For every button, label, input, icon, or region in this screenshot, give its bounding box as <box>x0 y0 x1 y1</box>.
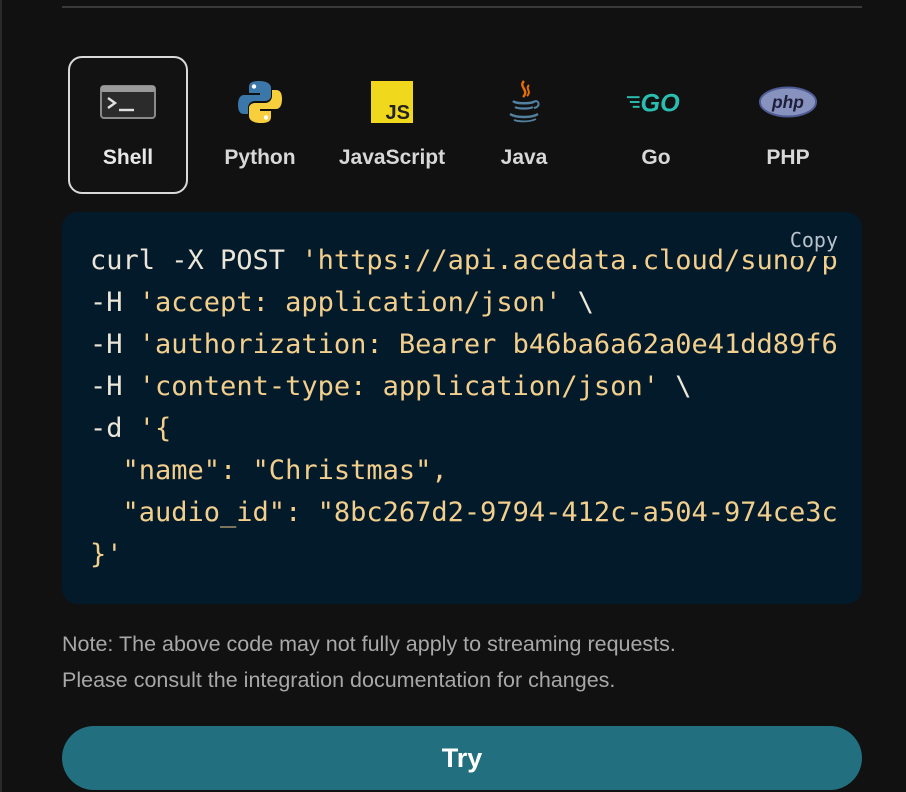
code-string-token: "name": "Christmas", <box>90 455 448 486</box>
code-string-token: 'authorization: Bearer b46ba6a62a0e41dd8… <box>138 329 838 360</box>
panel-left-edge <box>0 0 2 792</box>
tab-php[interactable]: php PHP <box>728 56 848 194</box>
svg-text:GO: GO <box>641 90 681 117</box>
code-line: -d '{ <box>90 408 838 450</box>
tab-javascript[interactable]: JS JavaScript <box>332 56 452 194</box>
code-string-token: 'content-type: application/json' <box>138 371 659 402</box>
note-line: Note: The above code may not fully apply… <box>62 632 676 656</box>
code-line: -H 'accept: application/json' \ <box>90 282 838 324</box>
tab-go[interactable]: GO Go <box>596 56 716 194</box>
copy-button[interactable]: Copy <box>785 226 842 256</box>
python-icon <box>230 78 290 126</box>
svg-text:php: php <box>771 92 804 112</box>
code-line: -H 'content-type: application/json' \ <box>90 366 838 408</box>
try-button[interactable]: Try <box>62 726 862 790</box>
top-divider <box>62 6 862 8</box>
tab-label: PHP <box>766 146 810 169</box>
go-icon: GO <box>626 78 686 126</box>
code-panel: Copy curl -X POST 'https://api.acedata.c… <box>62 212 862 604</box>
code-string-token: }' <box>90 539 123 570</box>
java-icon <box>494 78 554 126</box>
code-string-token: 'accept: application/json' <box>138 287 562 318</box>
code-token: -H <box>90 287 139 318</box>
code-string-token: 'https://api.acedata.cloud/suno/p <box>301 245 838 276</box>
note-line: Please consult the integration documenta… <box>62 668 616 692</box>
php-icon: php <box>758 78 818 126</box>
code-line: }' <box>90 534 838 576</box>
code-string-token: '{ <box>138 413 172 444</box>
code-token: -H <box>90 371 139 402</box>
code-token: \ <box>561 287 594 318</box>
tab-shell[interactable]: Shell <box>68 56 188 194</box>
tab-python[interactable]: Python <box>200 56 320 194</box>
code-string-token: "audio_id": "8bc267d2-9794-412c-a504-974… <box>90 497 838 528</box>
code-line: curl -X POST 'https://api.acedata.cloud/… <box>90 240 838 282</box>
code-line: -H 'authorization: Bearer b46ba6a62a0e41… <box>90 324 838 366</box>
code-line: "audio_id": "8bc267d2-9794-412c-a504-974… <box>90 492 838 534</box>
code-block: curl -X POST 'https://api.acedata.cloud/… <box>90 240 838 576</box>
svg-text:JS: JS <box>386 102 410 124</box>
code-token: \ <box>658 371 692 402</box>
terminal-icon <box>98 78 158 126</box>
code-line: "name": "Christmas", <box>90 450 838 492</box>
tab-java[interactable]: Java <box>464 56 584 194</box>
javascript-icon: JS <box>362 78 422 126</box>
code-token: curl -X POST <box>90 245 302 276</box>
streaming-note: Note: The above code may not fully apply… <box>62 626 882 698</box>
code-token: -H <box>90 329 139 360</box>
language-tabs: Shell Python JS JavaScript Java GO Go ph… <box>62 56 862 196</box>
code-token: -d <box>90 413 139 444</box>
